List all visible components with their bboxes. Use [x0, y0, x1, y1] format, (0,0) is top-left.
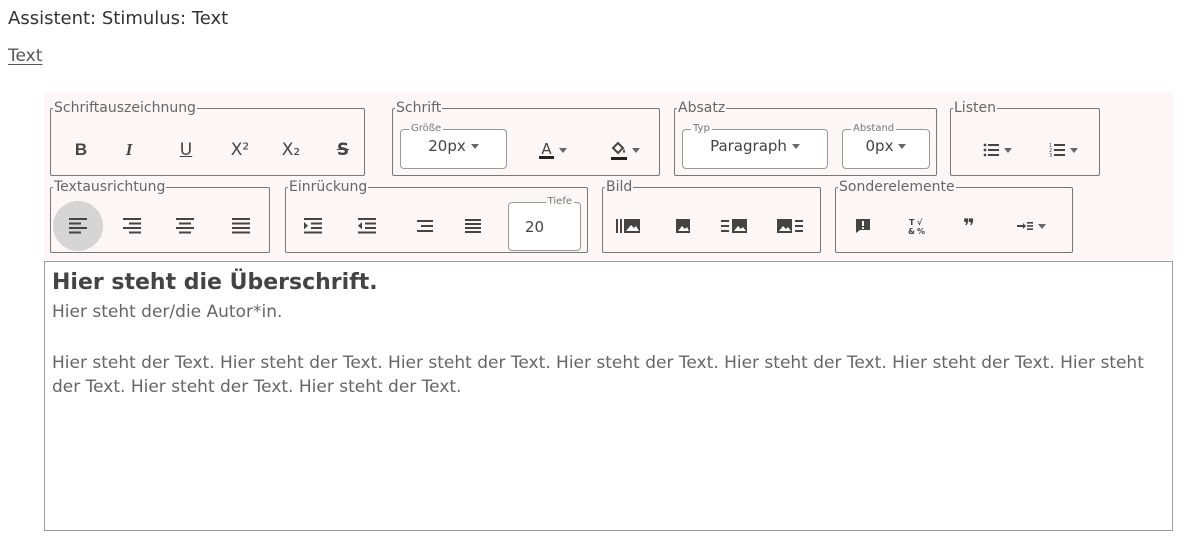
special-characters-icon: T √&%: [908, 218, 925, 235]
chevron-down-icon: [1037, 223, 1046, 229]
align-center-icon: [176, 218, 194, 234]
text-color-icon: A: [539, 139, 554, 159]
hanging-indent-icon: [417, 220, 433, 232]
align-justify-button[interactable]: [224, 209, 258, 243]
image-icon: [676, 219, 690, 233]
editor-body[interactable]: Hier steht der Text. Hier steht der Text…: [52, 351, 1162, 399]
paragraph-type-select[interactable]: Typ Paragraph: [682, 124, 828, 169]
bold-button[interactable]: B: [64, 133, 98, 167]
quote-button[interactable]: ❞: [952, 209, 986, 243]
quote-icon: ❞: [963, 214, 975, 238]
svg-text:T: T: [909, 218, 915, 227]
svg-text:&: &: [908, 227, 915, 235]
chevron-down-icon: [1003, 147, 1012, 153]
alert-box-icon: [856, 219, 870, 233]
svg-text:√: √: [917, 218, 923, 227]
group-legend: Bild: [606, 179, 633, 195]
arrow-list-icon: [1016, 222, 1033, 230]
numbered-list-button[interactable]: 123: [1039, 133, 1087, 167]
image-left-text-button[interactable]: [773, 209, 807, 243]
alert-box-button[interactable]: [846, 209, 880, 243]
bullet-list-icon: [983, 143, 999, 157]
group-legend: Sonderelemente: [839, 179, 955, 195]
subscript-button[interactable]: X₂: [274, 133, 308, 167]
text-color-button[interactable]: A: [528, 133, 578, 167]
bullet-list-button[interactable]: [973, 133, 1021, 167]
chevron-down-icon: [898, 144, 907, 149]
indent-decrease-icon: [358, 218, 376, 234]
align-center-button[interactable]: [168, 209, 202, 243]
image-full-width-icon: [616, 219, 640, 233]
editor-author[interactable]: Hier steht der/die Autor*in.: [52, 302, 282, 322]
align-left-button[interactable]: [53, 201, 103, 251]
group-legend: Schriftauszeichnung: [54, 100, 196, 116]
align-right-button[interactable]: [115, 209, 149, 243]
spacing-select[interactable]: Abstand 0px: [842, 124, 930, 169]
highlight-color-button[interactable]: [599, 133, 651, 167]
group-sonderelemente: Sonderelemente T √ &% ❞: [835, 179, 1073, 253]
chevron-down-icon: [791, 144, 800, 149]
paragraph-type-value: Paragraph: [710, 137, 787, 155]
font-size-value: 20px: [428, 137, 466, 155]
group-bild: Bild: [602, 179, 821, 253]
align-right-icon: [123, 218, 141, 234]
image-left-text-icon: [777, 219, 803, 233]
image-button[interactable]: [666, 209, 700, 243]
group-legend: Textausrichtung: [54, 179, 166, 195]
svg-text:%: %: [917, 227, 925, 235]
image-right-text-icon: [721, 219, 747, 233]
tab-text[interactable]: Text: [8, 46, 42, 66]
superscript-button[interactable]: X²: [223, 133, 257, 167]
image-right-text-button[interactable]: [717, 209, 751, 243]
group-textausrichtung: Textausrichtung: [50, 179, 270, 253]
chevron-down-icon: [558, 147, 567, 153]
first-line-indent-button[interactable]: [456, 209, 490, 243]
align-left-icon: [69, 218, 87, 234]
page-title: Assistent: Stimulus: Text: [8, 8, 229, 29]
insert-element-button[interactable]: [1003, 209, 1059, 243]
font-size-select[interactable]: Größe 20px: [400, 124, 507, 169]
group-legend: Listen: [954, 100, 996, 116]
first-line-indent-icon: [465, 219, 481, 233]
group-legend: Schrift: [396, 100, 442, 116]
svg-text:3: 3: [1049, 153, 1052, 157]
group-listen: Listen 123: [950, 100, 1100, 176]
hanging-indent-button[interactable]: [408, 209, 442, 243]
group-legend: Einrückung: [289, 179, 368, 195]
text-editor[interactable]: Hier steht die Überschrift. Hier steht d…: [44, 261, 1173, 531]
numbered-list-icon: 123: [1049, 143, 1065, 157]
align-justify-icon: [232, 218, 250, 234]
indent-depth-input[interactable]: Tiefe 20: [508, 197, 581, 251]
chevron-down-icon: [1069, 147, 1078, 153]
group-legend: Absatz: [678, 100, 726, 116]
indent-increase-icon: [304, 218, 322, 234]
group-absatz: Absatz Typ Paragraph Abstand 0px: [674, 100, 937, 176]
image-full-width-button[interactable]: [611, 209, 645, 243]
italic-button[interactable]: I: [112, 133, 146, 167]
spacing-value: 0px: [865, 137, 894, 155]
underline-button[interactable]: U: [169, 133, 203, 167]
indent-increase-button[interactable]: [296, 209, 330, 243]
indent-depth-value: 20: [525, 218, 545, 236]
group-schriftauszeichnung: Schriftauszeichnung B I U X² X₂ S: [50, 100, 365, 176]
group-einrueckung: Einrückung Tiefe 20: [285, 179, 588, 253]
chevron-down-icon: [470, 144, 479, 149]
editor-heading[interactable]: Hier steht die Überschrift.: [52, 270, 378, 295]
chevron-down-icon: [631, 147, 640, 153]
indent-decrease-button[interactable]: [350, 209, 384, 243]
fill-bucket-icon: [610, 141, 627, 160]
strikethrough-button[interactable]: S: [326, 133, 360, 167]
special-characters-button[interactable]: T √ &%: [900, 209, 934, 243]
group-schrift: Schrift Größe 20px A: [392, 100, 660, 176]
